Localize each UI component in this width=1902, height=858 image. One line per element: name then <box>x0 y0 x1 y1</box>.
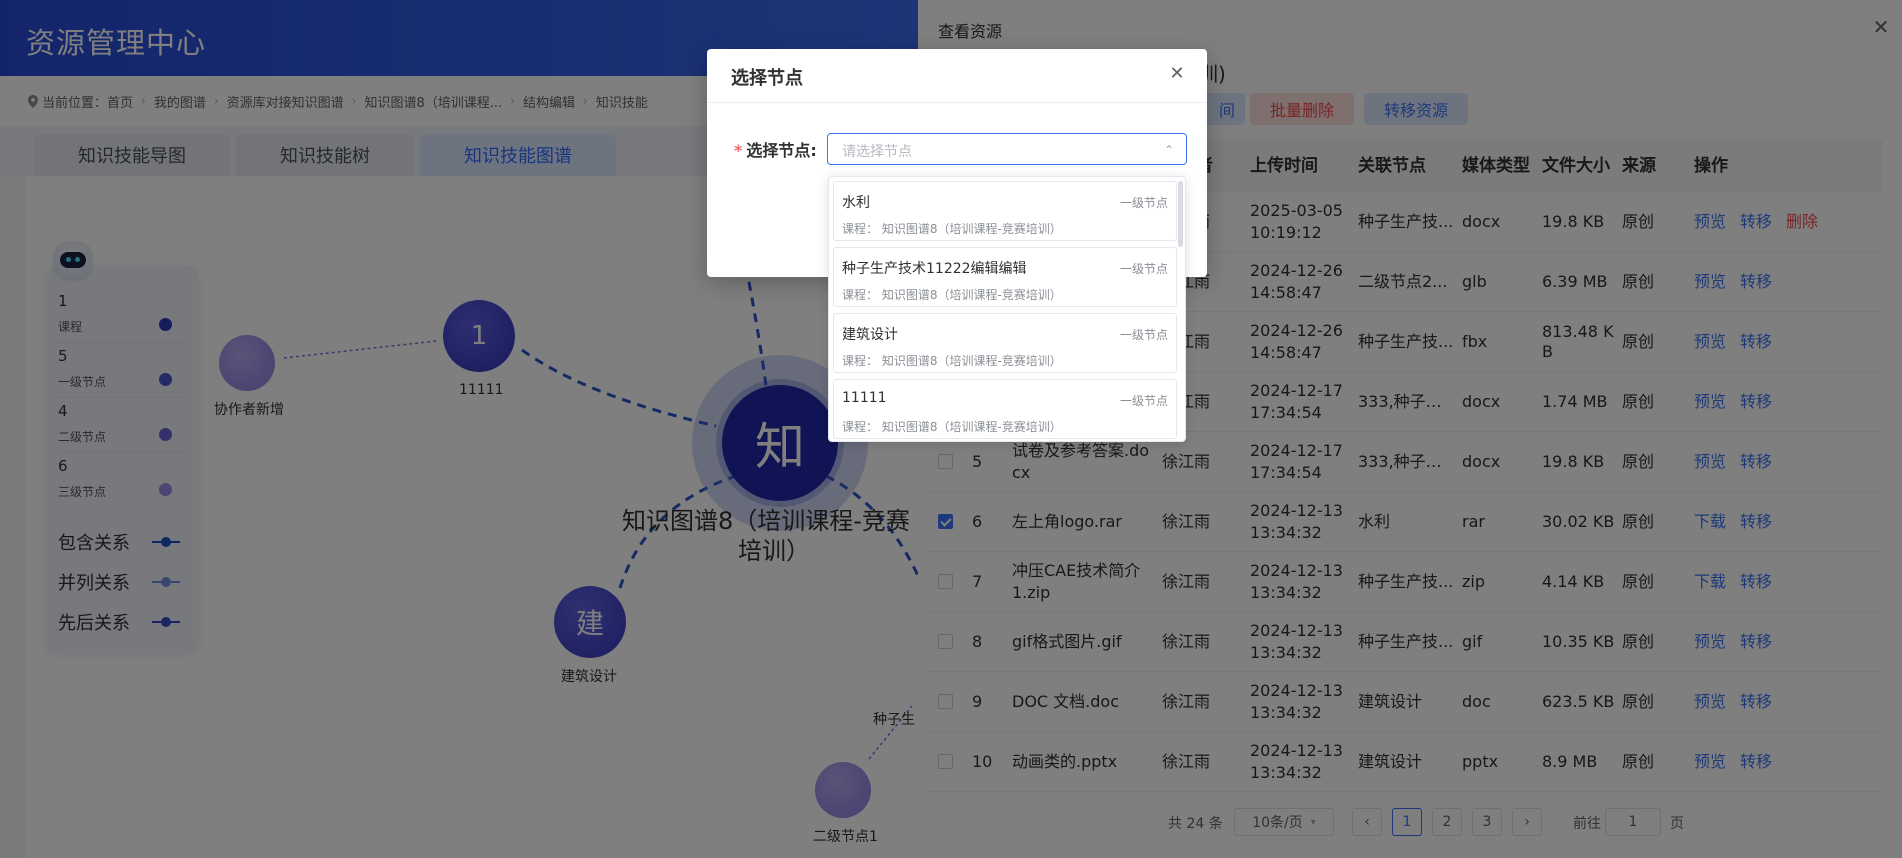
option-name: 建筑设计 <box>842 327 898 343</box>
option-shuili[interactable]: 水利 一级节点 课程： 知识图谱8（培训课程-竞赛培训） <box>833 181 1177 241</box>
option-level: 一级节点 <box>1119 196 1168 210</box>
dialog-title: 选择节点 <box>731 68 803 89</box>
node-field-label: * 选择节点: <box>734 137 817 161</box>
option-jianzhu[interactable]: 建筑设计 一级节点 课程： 知识图谱8（培训课程-竞赛培训） <box>833 313 1177 373</box>
option-name: 水利 <box>842 195 870 211</box>
required-mark: * <box>734 141 743 160</box>
option-seed-tech[interactable]: 种子生产技术11222编辑编辑 一级节点 课程： 知识图谱8（培训课程-竞赛培训… <box>833 247 1177 307</box>
node-field-label-text: 选择节点: <box>746 141 817 160</box>
node-select[interactable]: 请选择节点 ⌃ <box>827 133 1187 165</box>
dialog-header: 选择节点 ✕ <box>707 49 1207 103</box>
dropdown-scrollbar[interactable] <box>1178 181 1183 247</box>
option-name: 11111 <box>842 390 887 406</box>
option-course: 课程： 知识图谱8（培训课程-竞赛培训） <box>842 354 1062 368</box>
option-course: 课程： 知识图谱8（培训课程-竞赛培训） <box>842 420 1062 434</box>
option-course: 课程： 知识图谱8（培训课程-竞赛培训） <box>842 222 1062 236</box>
node-select-placeholder: 请选择节点 <box>842 144 912 160</box>
option-level: 一级节点 <box>1119 262 1168 276</box>
option-course: 课程： 知识图谱8（培训课程-竞赛培训） <box>842 288 1062 302</box>
option-level: 一级节点 <box>1119 328 1168 342</box>
node-select-dropdown: 水利 一级节点 课程： 知识图谱8（培训课程-竞赛培训） 种子生产技术11222… <box>828 176 1186 442</box>
chevron-up-icon: ⌃ <box>1163 143 1174 157</box>
option-11111[interactable]: 11111 一级节点 课程： 知识图谱8（培训课程-竞赛培训） <box>833 379 1177 439</box>
option-level: 一级节点 <box>1119 394 1168 408</box>
option-name: 种子生产技术11222编辑编辑 <box>842 261 1027 277</box>
dialog-close-icon[interactable]: ✕ <box>1167 64 1187 84</box>
